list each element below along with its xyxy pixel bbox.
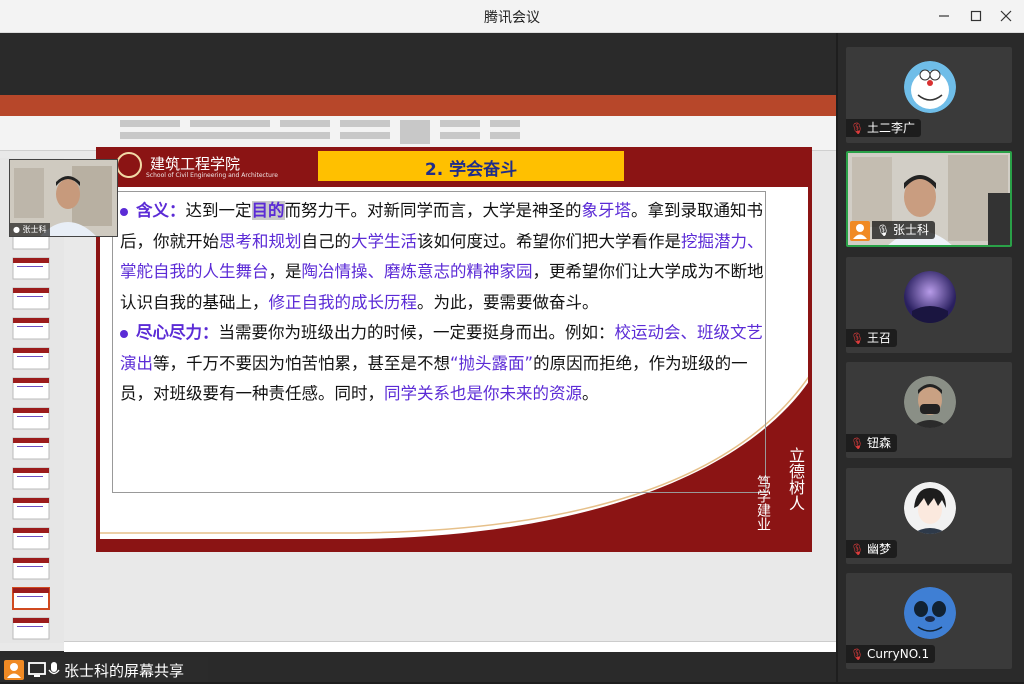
keyword: 象牙塔 (581, 201, 632, 220)
person-mask-avatar-icon (904, 376, 956, 428)
mic-muted-icon: 🎙︎ (850, 543, 864, 556)
participant-name-text: 土二李广 (866, 121, 915, 135)
keyword: 思考和规划 (219, 231, 302, 251)
ppt-ribbon-tabs: ■■■■■■■■■■ (0, 106, 836, 123)
motto-calligraphy: 立德树人 (786, 447, 805, 511)
stitch-avatar-icon (904, 587, 956, 639)
text-run: ，是 (268, 262, 302, 281)
participant-tile[interactable]: 🎙︎ 幽梦 (846, 468, 1012, 564)
participant-sidebar: 🎙︎ 土二李广 🎙︎ 张士科 🎙︎ 王召 🎙︎ 钮森 🎙︎ 幽梦 🎙︎ Curr… (838, 33, 1024, 682)
screen-share-bar[interactable]: 张士科的屏幕共享 (0, 657, 208, 682)
presenter-name: ● 张士科 (10, 223, 50, 236)
keyword: 修正自我的成长历程 (268, 292, 418, 312)
paragraph-meaning: 含义：达到一定目的而努力干。对新同学而言，大学是神圣的象牙塔。拿到录取通知书后，… (120, 196, 772, 318)
text-run: 当需要你为班级出力的时候，一定要挺身而出。例如： (218, 323, 615, 342)
slide-canvas[interactable]: 建筑工程学院 School of Civil Engineering and A… (96, 147, 812, 552)
keyword: 同学关系也是你未来的资源 (384, 384, 582, 403)
motto-calligraphy-2: 笃学建业 (755, 475, 771, 531)
participant-name-text: 王召 (866, 331, 891, 345)
participant-name: 🎙︎ 幽梦 (846, 540, 897, 558)
label-meaning: 含义： (136, 201, 186, 220)
bullet-icon (120, 207, 128, 216)
paragraph-effort: 尽心尽力：当需要你为班级出力的时候，一定要挺身而出。例如：校运动会、班级文艺演出… (120, 318, 772, 410)
slide-body: 含义：达到一定目的而努力干。对新同学而言，大学是神圣的象牙塔。拿到录取通知书后，… (120, 196, 772, 410)
anime-boy-avatar-icon (904, 482, 956, 534)
keyword: 大学生活 (351, 231, 417, 251)
text-run: 。为此，要需要做奋斗。 (417, 292, 599, 312)
share-bar-text: 张士科的屏幕共享 (64, 662, 185, 680)
maximize-icon (970, 10, 982, 22)
mic-muted-icon: 🎙︎ (850, 437, 864, 450)
participant-name-text: 张士科 (892, 223, 929, 237)
participant-name-text: 幽梦 (866, 542, 891, 556)
title-bar: 腾讯会议 (0, 0, 1024, 33)
close-button[interactable] (992, 4, 1020, 28)
participant-name: 🎙︎ 土二李广 (846, 119, 921, 137)
participant-name: 🎙︎ 王召 (846, 329, 897, 347)
text-run: 达到一定 (185, 201, 252, 220)
notes-pane[interactable] (64, 641, 836, 652)
mic-icon (48, 662, 60, 675)
bullet-icon (120, 329, 128, 338)
presenter-name-text: 张士科 (22, 225, 47, 234)
minimize-icon (939, 15, 949, 17)
close-icon (1000, 10, 1012, 22)
participant-name: 🎙︎ CurryNO.1 (846, 645, 936, 663)
participant-name-text: 钮森 (866, 436, 891, 450)
text-run: 。 (582, 384, 599, 403)
ppt-title-bar (0, 95, 836, 106)
text-run: 而努力干。对新同学而言，大学是神圣的 (284, 201, 582, 220)
anime-night-avatar-icon (904, 271, 956, 323)
mic-icon: 🎙︎ (876, 224, 890, 237)
participant-tile[interactable]: 🎙︎ 钮森 (846, 362, 1012, 458)
text-run: 等，千万不要因为怕苦怕累，甚至是不想 (153, 353, 450, 373)
keyword: 目的 (251, 201, 285, 220)
participant-name: 🎙︎ 张士科 (872, 221, 935, 239)
participant-tile-active[interactable]: 🎙︎ 张士科 (846, 151, 1012, 247)
host-icon: ● (13, 225, 23, 234)
participant-tile[interactable]: 🎙︎ 土二李广 (846, 47, 1012, 143)
text-run: 该如何度过。希望你们把大学看作是 (417, 231, 681, 251)
window-title: 腾讯会议 (484, 10, 540, 26)
participant-name-text: CurryNO.1 (866, 647, 930, 661)
participant-tile[interactable]: 🎙︎ 王召 (846, 257, 1012, 353)
mic-muted-icon: 🎙︎ (850, 648, 864, 661)
keyword: “抛头露面” (450, 353, 534, 373)
keyword: 陶冶情操、磨炼意志的精神家园 (301, 262, 533, 281)
mic-muted-icon: 🎙︎ (850, 122, 864, 135)
label-effort: 尽心尽力： (136, 323, 219, 342)
ribbon-controls-icon (120, 120, 520, 144)
participant-tile[interactable]: 🎙︎ CurryNO.1 (846, 573, 1012, 669)
host-icon (4, 660, 24, 680)
presenter-camera-pip[interactable]: ● 张士科 (9, 159, 118, 237)
minimize-button[interactable] (930, 4, 958, 28)
maximize-button[interactable] (962, 4, 990, 28)
mic-muted-icon: 🎙︎ (850, 332, 864, 345)
text-run: 自己的 (301, 231, 352, 251)
ppt-ribbon (0, 116, 836, 151)
host-badge-icon (850, 221, 870, 241)
participant-name: 🎙︎ 钮森 (846, 434, 897, 452)
doraemon-avatar-icon (904, 61, 956, 113)
shared-screen: ■■■■■■■■■■ (0, 33, 836, 682)
screen-share-icon (28, 662, 46, 677)
